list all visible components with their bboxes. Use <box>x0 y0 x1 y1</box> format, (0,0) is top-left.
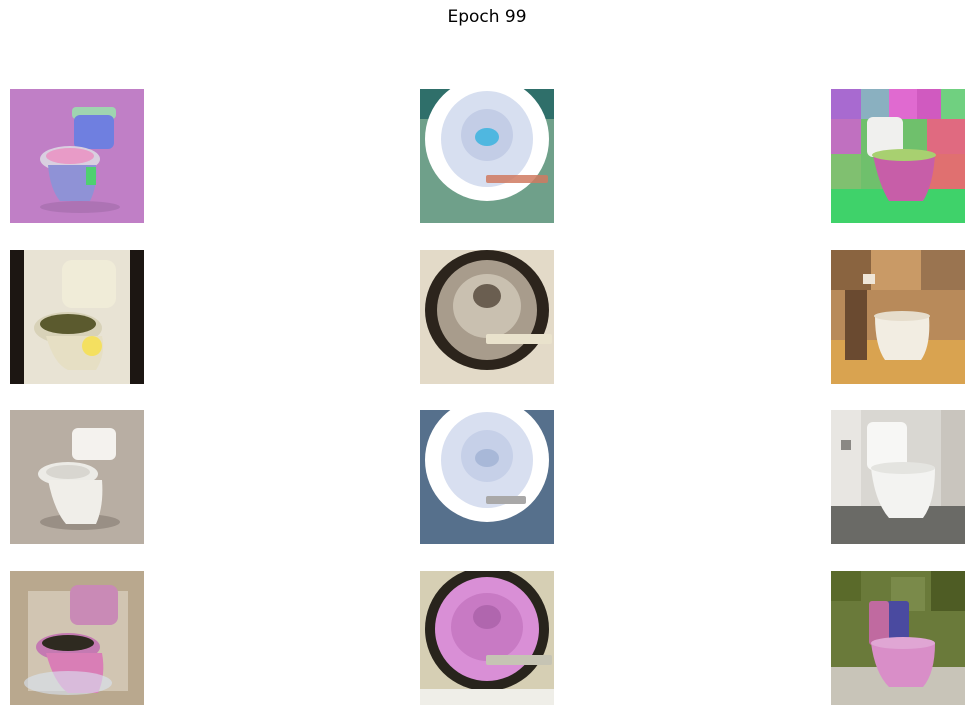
sample-image-r4c1 <box>10 571 144 705</box>
sample-image-r3c1 <box>10 410 144 544</box>
sample-image-r2c1 <box>10 250 144 384</box>
sample-image-r4c2 <box>420 571 554 705</box>
sample-image-r2c2 <box>420 250 554 384</box>
toilet-image <box>10 89 144 223</box>
sample-image-r3c3 <box>831 410 965 544</box>
sample-image-r3c2 <box>420 410 554 544</box>
sample-image-r1c3 <box>831 89 965 223</box>
sample-image-r4c3 <box>831 571 965 705</box>
figure-title: Epoch 99 <box>447 7 527 27</box>
sample-image-r2c3 <box>831 250 965 384</box>
sample-image-r1c2 <box>420 89 554 223</box>
sample-image-r1c1 <box>10 89 144 223</box>
